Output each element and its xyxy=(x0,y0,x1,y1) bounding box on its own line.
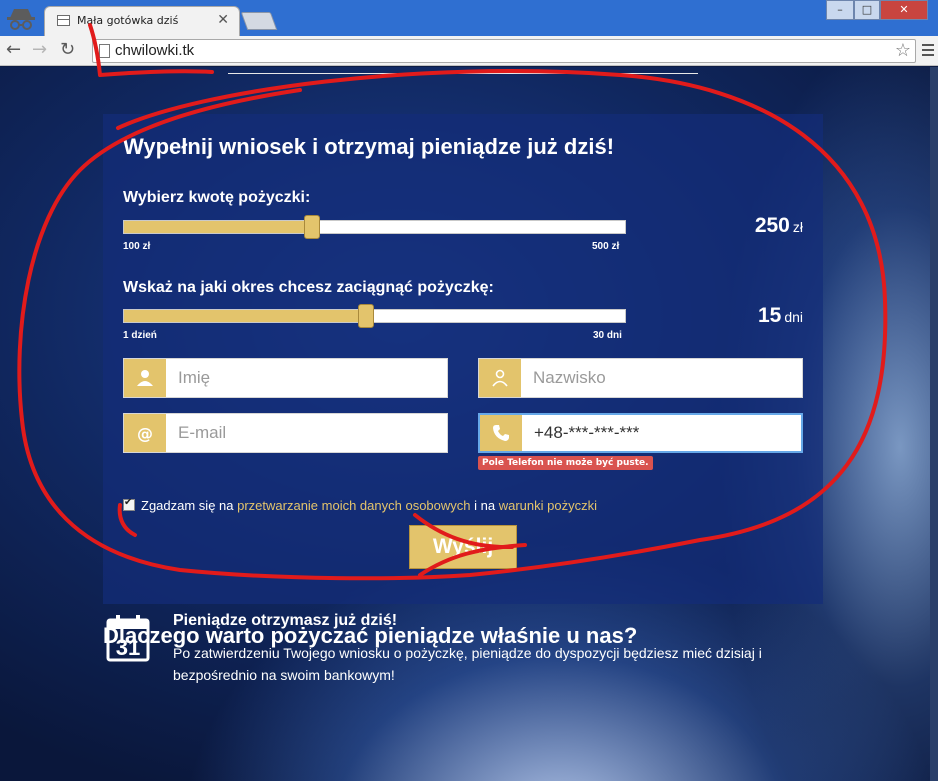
page-icon xyxy=(99,44,110,58)
feature-title: Pieniądze otrzymasz już dziś! xyxy=(173,612,398,629)
page-favicon-icon xyxy=(57,15,70,26)
consent-text-before: Zgadzam się na xyxy=(141,498,238,513)
tab-title: Mała gotówka dziś xyxy=(77,14,179,27)
browser-menu-icon[interactable] xyxy=(922,44,934,58)
user-icon xyxy=(124,359,166,397)
last-name-input[interactable] xyxy=(521,359,802,397)
phone-icon xyxy=(480,415,522,451)
period-value: 15 dni xyxy=(758,304,803,328)
period-label: Wskaż na jaki okres chcesz zaciągnąć poż… xyxy=(123,279,494,296)
amount-slider[interactable] xyxy=(123,215,626,239)
period-value-number: 15 xyxy=(757,304,782,327)
new-tab-button[interactable] xyxy=(240,12,278,30)
page-viewport: Wypełnij wniosek i otrzymaj pieniądze ju… xyxy=(0,67,938,781)
email-field: @ xyxy=(123,413,448,453)
url-text[interactable]: chwilowki.tk xyxy=(115,42,194,59)
email-input[interactable] xyxy=(166,414,447,452)
amount-label: Wybierz kwotę pożyczki: xyxy=(123,189,311,206)
consent-row: Zgadzam się na przetwarzanie moich danyc… xyxy=(123,497,597,513)
period-slider[interactable] xyxy=(123,304,626,328)
consent-checkbox[interactable] xyxy=(123,497,135,511)
amount-min-label: 100 zł xyxy=(123,241,151,252)
at-sign-glyph: @ xyxy=(137,423,153,443)
user-outline-icon xyxy=(479,359,521,397)
phone-error-badge: Pole Telefon nie może być puste. xyxy=(478,456,653,470)
consent-text-middle: i na xyxy=(470,498,499,513)
browser-tabstrip: Mała gotówka dziś ✕ – □ ✕ xyxy=(0,0,938,36)
first-name-input[interactable] xyxy=(166,359,447,397)
period-slider-handle[interactable] xyxy=(357,304,374,328)
minimize-button[interactable]: – xyxy=(826,0,854,20)
amount-max-label: 500 zł xyxy=(592,241,620,252)
phone-input[interactable] xyxy=(522,415,801,451)
amount-value: 250 zł xyxy=(755,214,803,238)
header-divider xyxy=(228,73,698,74)
period-slider-fill xyxy=(124,310,366,322)
address-bar[interactable]: chwilowki.tk ☆ xyxy=(92,39,916,63)
amount-value-unit: zł xyxy=(792,219,803,235)
bookmark-star-icon[interactable]: ☆ xyxy=(895,40,911,61)
last-name-field xyxy=(478,358,803,398)
phone-field xyxy=(478,413,803,453)
at-sign-icon: @ xyxy=(124,414,166,452)
back-arrow-icon[interactable]: ← xyxy=(6,40,21,60)
amount-slider-handle[interactable] xyxy=(303,215,320,239)
browser-toolbar: ← → ↻ chwilowki.tk ☆ xyxy=(0,36,938,66)
form-title: Wypełnij wniosek i otrzymaj pieniądze ju… xyxy=(123,134,615,159)
reload-icon[interactable]: ↻ xyxy=(60,40,75,60)
browser-tab-active[interactable]: Mała gotówka dziś ✕ xyxy=(44,6,240,36)
period-max-label: 30 dni xyxy=(593,330,622,341)
amount-value-number: 250 xyxy=(754,214,790,237)
calendar-icon: 31 xyxy=(106,615,150,662)
privacy-link[interactable]: przetwarzanie moich danych osobowych xyxy=(237,498,470,513)
loan-form-panel: Wypełnij wniosek i otrzymaj pieniądze ju… xyxy=(103,114,823,604)
forward-arrow-icon[interactable]: → xyxy=(32,40,47,60)
first-name-field xyxy=(123,358,448,398)
tab-close-icon[interactable]: ✕ xyxy=(217,12,229,28)
amount-slider-fill xyxy=(124,221,312,233)
calendar-day-number: 31 xyxy=(116,635,140,660)
close-window-button[interactable]: ✕ xyxy=(880,0,928,20)
page-scrollbar[interactable] xyxy=(930,67,938,781)
period-value-unit: dni xyxy=(784,309,803,325)
maximize-button[interactable]: □ xyxy=(854,0,880,20)
terms-link[interactable]: warunki pożyczki xyxy=(499,498,597,513)
period-min-label: 1 dzień xyxy=(123,330,157,341)
incognito-icon xyxy=(7,9,35,30)
feature-description: Po zatwierdzeniu Twojego wniosku o pożyc… xyxy=(173,645,762,683)
submit-button[interactable]: Wyślij xyxy=(409,525,517,569)
